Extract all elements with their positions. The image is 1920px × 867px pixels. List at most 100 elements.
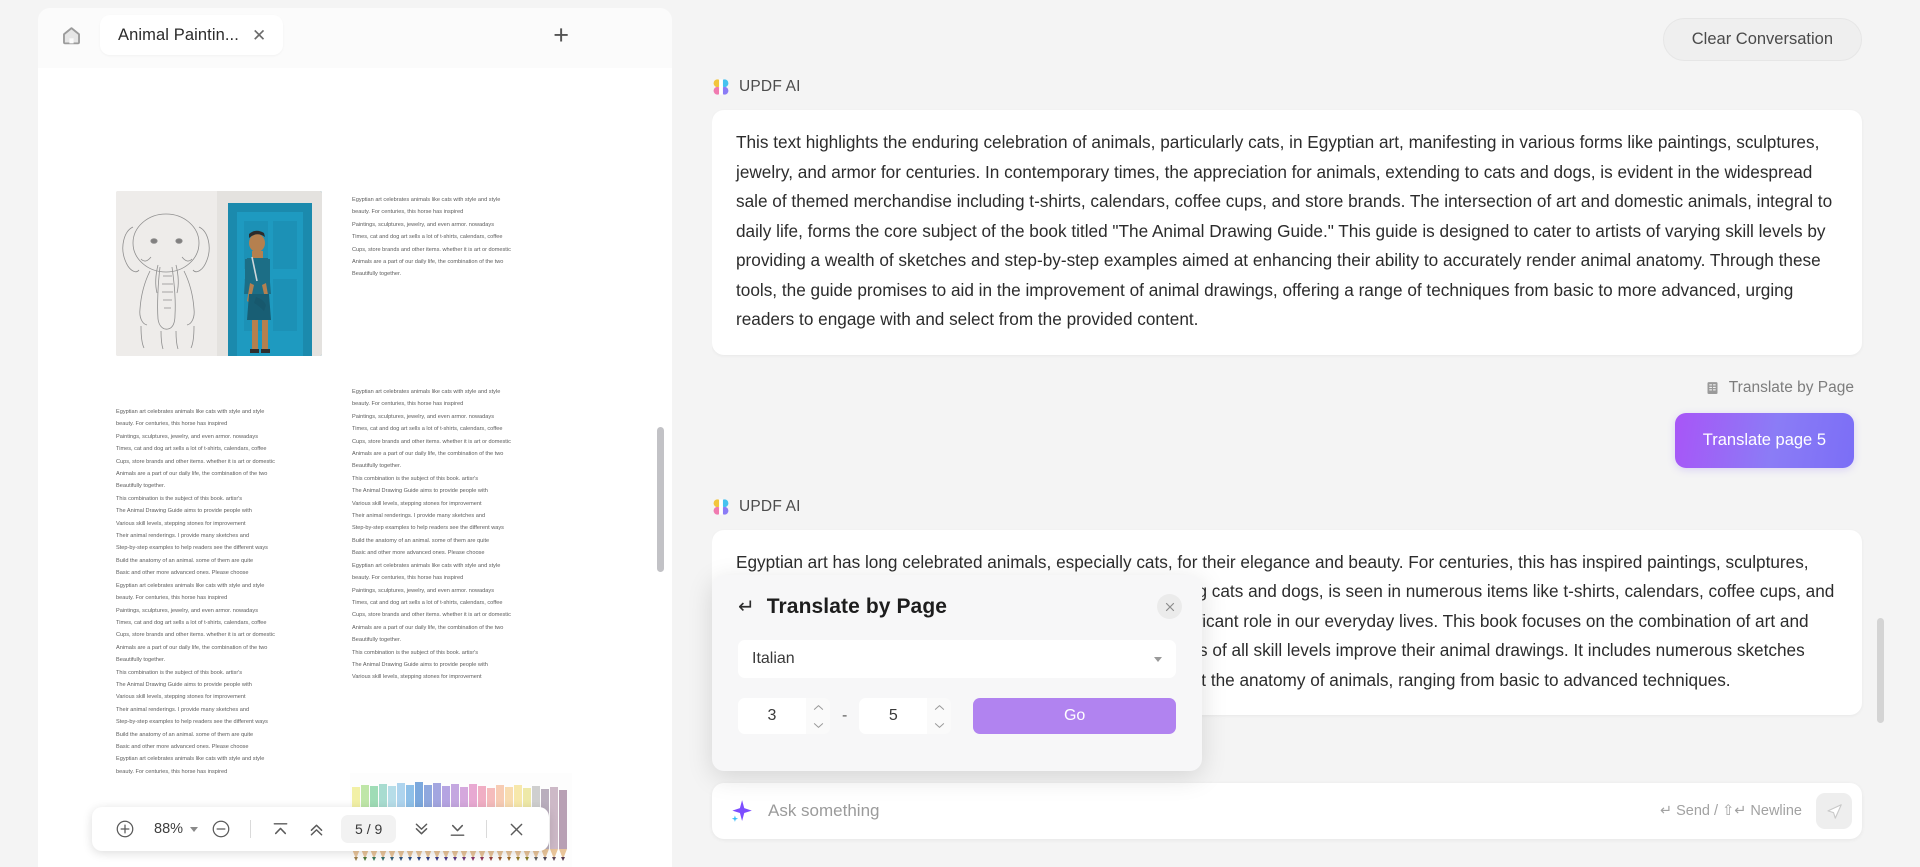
zoom-level-dropdown[interactable]: 88% [144,821,202,837]
pdf-line: Beautifully together. [352,463,402,470]
pdf-line: Times, cat and dog art sells a lot of t-… [352,234,503,241]
pdf-line: Various skill levels, stepping stones fo… [116,694,246,701]
last-page-button[interactable] [440,812,474,846]
pdf-line: Paintings, sculptures, jewelry, and even… [116,433,258,440]
pdf-line: Egyptian art celebrates animals like cat… [352,389,501,395]
pdf-scrollbar[interactable] [657,72,664,857]
page-to-stepper[interactable] [859,698,952,734]
toolbar-divider-1 [250,820,252,838]
page-from-increment[interactable] [806,698,830,716]
page-range-row: - Go [738,698,1176,734]
clear-conversation-button[interactable]: Clear Conversation [1662,17,1862,61]
zoom-out-button[interactable] [204,812,238,846]
tab-close-icon[interactable]: ✕ [249,25,269,46]
pdf-line: Build the anatomy of an animal. some of … [116,557,254,564]
pdf-line: Cups, store brands and other items. whet… [352,612,511,619]
language-select[interactable]: Italian [738,640,1176,678]
page-from-input[interactable] [738,698,806,734]
pdf-paragraph-right-top: Egyptian art celebrates animals like cat… [352,194,582,281]
pdf-line: Step-by-step examples to help readers se… [116,719,268,726]
pdf-panel: Animal Paintin... ✕ + Egyptian art celeb… [0,0,672,867]
ai-panel-header: Clear Conversation [712,0,1890,78]
pdf-line: Egyptian art celebrates animals like cat… [116,756,265,763]
assistant-message-1: This text highlights the enduring celebr… [712,110,1862,355]
pdf-line: Various skill levels, stepping stones fo… [352,674,482,681]
next-page-icon [415,823,428,834]
translate-by-page-label: Translate by Page [1728,378,1854,396]
first-page-icon [273,822,287,834]
dialog-close-button[interactable] [1157,594,1182,619]
composer-bar: ↵ Send / ⇧↵ Newline [712,783,1862,839]
elephant-sketch-photo [116,191,322,356]
pdf-viewer: Egyptian art celebrates animals like cat… [38,62,672,867]
pdf-scrollbar-thumb[interactable] [657,427,664,572]
pdf-line: Step-by-step examples to help readers se… [352,525,504,532]
send-icon [1826,803,1842,819]
new-tab-button[interactable]: + [553,21,569,49]
pdf-line: Basic and other more advanced ones. Plea… [352,550,485,557]
page-indicator[interactable]: 5 / 9 [341,815,397,843]
pdf-line: Build the anatomy of an animal. some of … [116,731,254,738]
pdf-line: Beautifully together. [116,657,166,664]
close-viewer-button[interactable] [499,812,533,846]
updf-logo-icon [713,79,729,95]
pdf-line: Paintings, sculptures, jewelry, and even… [116,607,258,614]
chat-scrollbar-thumb[interactable] [1877,618,1884,723]
close-icon [510,823,523,835]
page-from-decrement[interactable] [806,716,830,734]
zoom-in-button[interactable] [108,812,142,846]
pdf-line: This combination is the subject of this … [352,475,479,482]
pdf-line: Step-by-step examples to help readers se… [116,545,268,552]
previous-page-button[interactable] [299,812,333,846]
pdf-line: This combination is the subject of this … [116,669,243,676]
pdf-line: beauty. For centuries, this horse has in… [116,768,228,775]
pdf-line: Basic and other more advanced ones. Plea… [116,743,249,750]
send-button[interactable] [1816,793,1852,829]
back-arrow-icon[interactable]: ↵ [738,597,755,617]
document-list-icon [1707,381,1718,394]
pdf-line: beauty. For centuries, this horse has in… [352,401,464,408]
go-button[interactable]: Go [973,698,1176,734]
page-to-input[interactable] [859,698,928,734]
page-from-stepper[interactable] [738,698,830,734]
pdf-toolbar: 88% 5 / 9 [92,807,550,851]
pdf-line: Beautifully together. [352,271,402,278]
dialog-title: Translate by Page [766,595,948,618]
elephant-photo-svg [116,191,322,356]
pdf-line: Times, cat and dog art sells a lot of t-… [116,619,267,626]
page-from-step-buttons [806,698,830,734]
composer: ↵ Send / ⇧↵ Newline [712,771,1890,867]
pdf-line: beauty. For centuries, this horse has in… [116,421,228,428]
page-to-decrement[interactable] [927,716,951,734]
chevron-up-icon [934,704,944,710]
pdf-line: Times, cat and dog art sells a lot of t-… [352,426,503,433]
pdf-line: Beautifully together. [116,483,166,490]
document-tab[interactable]: Animal Paintin... ✕ [100,15,284,55]
pdf-line: Times, cat and dog art sells a lot of t-… [352,599,503,606]
chevron-up-icon [813,704,823,710]
pdf-line: Animals are a part of our daily life, th… [352,259,504,266]
range-separator: - [842,707,848,724]
language-select-value: Italian [752,650,795,667]
pdf-page-scroll[interactable]: Egyptian art celebrates animals like cat… [38,68,672,867]
translate-chip-row: Translate page 5 [712,412,1862,468]
first-page-button[interactable] [263,812,297,846]
composer-hint: ↵ Send / ⇧↵ Newline [1659,803,1802,819]
home-button[interactable] [52,16,90,54]
page-to-increment[interactable] [927,698,951,716]
ask-input[interactable] [754,801,1660,821]
pdf-line: The Animal Drawing Guide aims to provide… [116,681,252,688]
next-page-button[interactable] [404,812,438,846]
pdf-line: beauty. For centuries, this horse has in… [352,575,464,582]
assistant-name: UPDF AI [739,78,801,95]
document-tab-label: Animal Paintin... [118,25,239,44]
pdf-line: Animals are a part of our daily life, th… [352,624,504,631]
pdf-line: Cups, store brands and other items. whet… [116,632,275,639]
tab-bar: Animal Paintin... ✕ + [0,0,672,62]
translate-by-page-action[interactable]: Translate by Page [712,379,1862,397]
pdf-page-5: Egyptian art celebrates animals like cat… [60,76,638,867]
pdf-paragraph-right-mid: Egyptian art celebrates animals like cat… [352,386,582,684]
pdf-line: This combination is the subject of this … [116,495,243,502]
plus-circle-icon [116,820,134,838]
translate-page-button[interactable]: Translate page 5 [1674,412,1854,468]
